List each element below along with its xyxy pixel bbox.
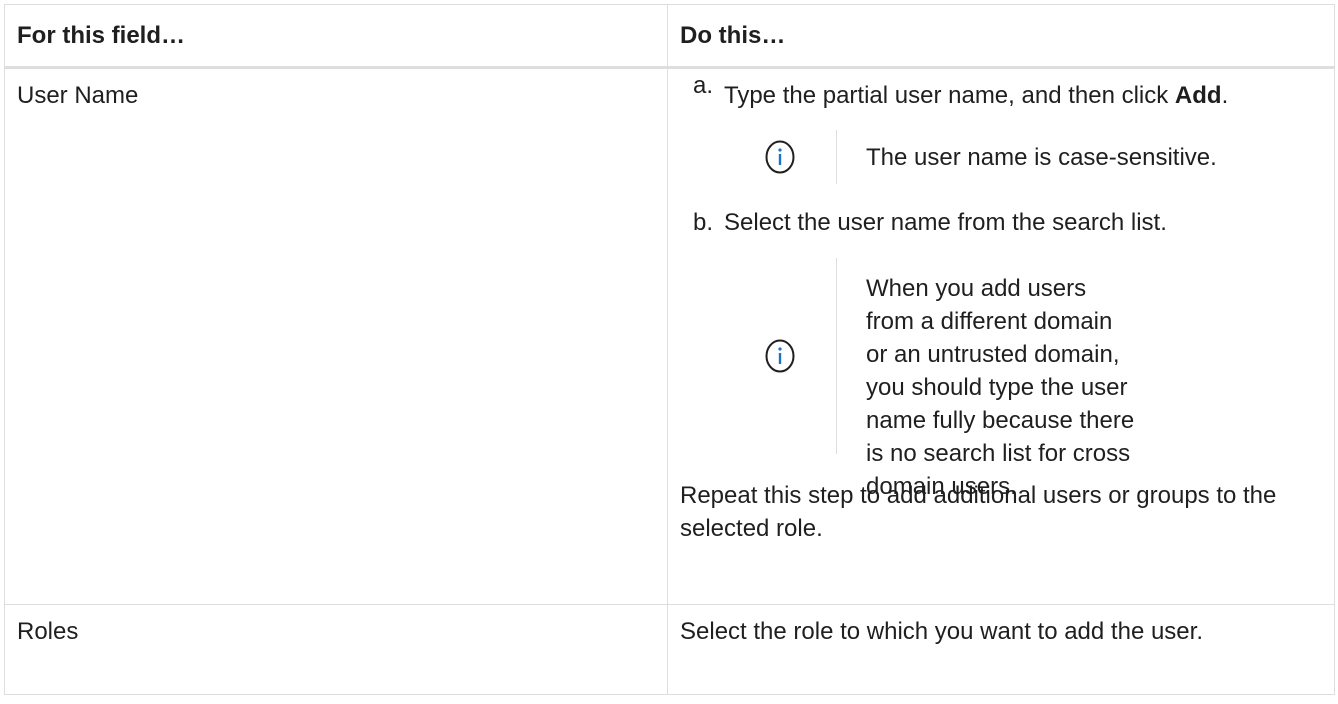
note-text: The user name is case-sensitive. <box>836 130 1217 184</box>
note-case-sensitive: The user name is case-sensitive. <box>724 130 1322 184</box>
action-cell-roles: Select the role to which you want to add… <box>667 604 1335 695</box>
note-icon-wrap <box>724 140 836 174</box>
step-marker: b. <box>693 209 714 236</box>
table-row: Roles Select the role to which you want … <box>4 604 1335 695</box>
step-a: a. Type the partial user name, and then … <box>680 69 1322 112</box>
field-name: Roles <box>17 618 79 645</box>
note-icon-wrap <box>724 339 836 373</box>
note-cross-domain: When you add users from a different doma… <box>724 258 1322 500</box>
info-circle-icon <box>765 140 795 174</box>
step-b: b. Select the user name from the search … <box>680 206 1322 239</box>
info-circle-icon <box>765 339 795 373</box>
field-name: User Name <box>17 82 139 109</box>
step-text-end: . <box>1221 82 1229 109</box>
action-cell-user-name: a. Type the partial user name, and then … <box>667 67 1335 605</box>
action-text: Select the role to which you want to add… <box>680 618 1203 645</box>
table-row: User Name a. Type the partial user name,… <box>4 67 1335 605</box>
step-b-note-wrap: When you add users from a different doma… <box>680 258 1322 500</box>
column-header-action: Do this… <box>667 4 1335 69</box>
field-cell-user-name: User Name <box>4 67 668 605</box>
step-a-note-wrap: The user name is case-sensitive. <box>680 130 1322 184</box>
step-text: Type the partial user name, and then cli… <box>724 82 1175 109</box>
field-cell-roles: Roles <box>4 604 668 695</box>
step-text: Select the user name from the search lis… <box>724 209 1167 236</box>
column-header-field: For this field… <box>4 4 668 69</box>
note-text: When you add users from a different doma… <box>836 258 1136 500</box>
header-row: For this field… Do this… <box>4 4 1335 69</box>
add-button-reference: Add <box>1174 82 1222 109</box>
step-marker: a. <box>693 72 714 99</box>
field-instructions-table: For this field… Do this… User Name a. Ty… <box>4 4 1335 695</box>
table-header: For this field… Do this… <box>4 4 1335 69</box>
